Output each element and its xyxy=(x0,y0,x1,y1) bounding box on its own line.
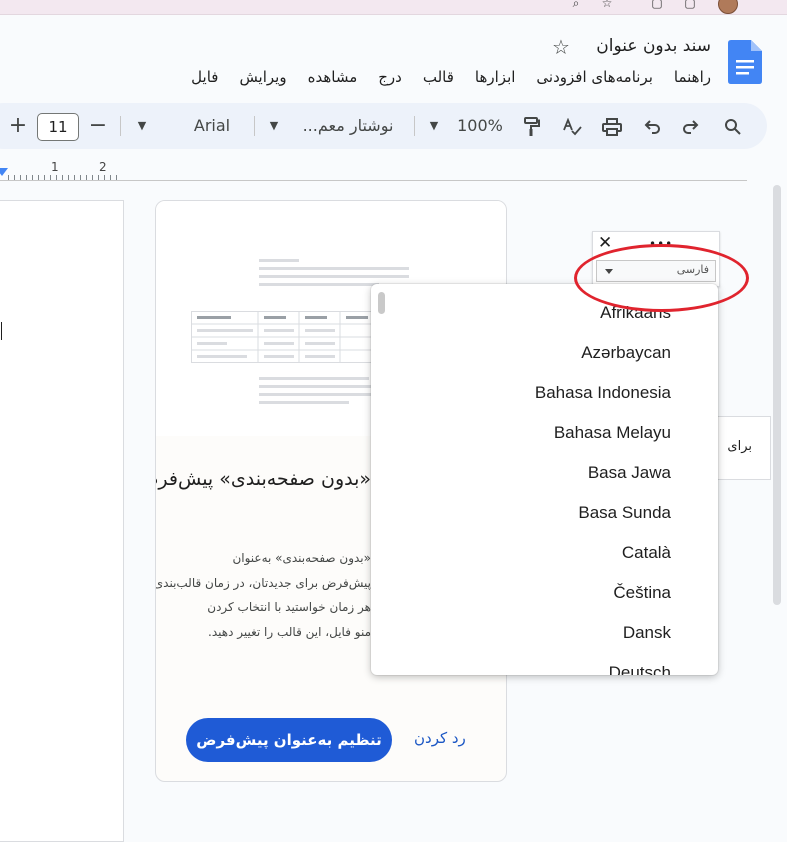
browser-chrome-strip: ⌕ ☆ ▢ ▢ xyxy=(0,0,787,15)
redo-icon[interactable] xyxy=(680,103,702,149)
ruler-tick xyxy=(26,175,27,180)
dismiss-button[interactable]: رد کردن xyxy=(414,729,466,747)
print-icon[interactable] xyxy=(600,103,624,149)
language-option[interactable]: Basa Jawa xyxy=(588,463,671,483)
ruler-tick xyxy=(68,175,69,180)
ruler-tick xyxy=(74,175,75,180)
ruler-tick xyxy=(20,175,21,180)
language-option[interactable]: Basa Sunda xyxy=(578,503,671,523)
extensions-icon[interactable]: ▢ xyxy=(650,0,664,10)
language-option[interactable]: Azərbaycan xyxy=(581,343,671,363)
chevron-down-icon xyxy=(605,269,613,274)
language-select-value: فارسی xyxy=(676,263,709,276)
menu-extensions[interactable]: برنامه‌های افزودنی xyxy=(536,68,652,86)
bookmark-star-icon[interactable]: ☆ xyxy=(600,0,614,10)
ruler-tick xyxy=(50,175,51,180)
document-title[interactable]: سند بدون عنوان xyxy=(596,36,711,56)
search-menus-icon[interactable] xyxy=(722,103,744,149)
menu-help[interactable]: راهنما xyxy=(674,68,711,86)
ruler-number: 2 xyxy=(99,160,107,174)
menu-view[interactable]: مشاهده xyxy=(308,68,358,86)
ruler[interactable] xyxy=(0,160,747,181)
font-family-select[interactable]: Arial xyxy=(186,103,238,149)
ruler-tick xyxy=(98,175,99,180)
menu-tools[interactable]: ابزارها xyxy=(475,68,516,86)
ruler-tick xyxy=(104,175,105,180)
paint-format-icon[interactable] xyxy=(520,103,544,149)
font-size-input[interactable]: 11 xyxy=(37,113,79,141)
ruler-tick xyxy=(14,175,15,180)
card-description-line: هر زمان خواستید با انتخاب کردن xyxy=(207,600,371,614)
undo-icon[interactable] xyxy=(641,103,663,149)
ruler-tick xyxy=(44,175,45,180)
ruler-tick xyxy=(8,175,9,180)
font-dropdown-arrow-icon[interactable]: ▼ xyxy=(134,103,150,149)
toolbar-separator xyxy=(254,116,255,136)
menu-bar: فایل ویرایش مشاهده درج قالب ابزارها برنا… xyxy=(191,68,711,86)
menu-edit[interactable]: ویرایش xyxy=(239,68,286,86)
ruler-tick xyxy=(116,175,117,180)
language-select[interactable]: فارسی xyxy=(596,260,716,282)
language-dropdown[interactable]: Afrikaans Azərbaycan Bahasa Indonesia Ba… xyxy=(371,284,718,675)
zoom-dropdown-arrow-icon[interactable]: ▼ xyxy=(426,103,442,149)
ruler-tick xyxy=(110,175,111,180)
profile-avatar[interactable] xyxy=(718,0,738,14)
set-as-default-button[interactable]: تنظیم به‌عنوان پیش‌فرض xyxy=(186,718,392,762)
paragraph-style-select[interactable]: نوشتار معم... xyxy=(296,103,400,149)
vertical-scrollbar[interactable] xyxy=(773,185,781,605)
toolbar-separator xyxy=(414,116,415,136)
search-tab-icon[interactable]: ⌕ xyxy=(569,0,583,10)
text-cursor xyxy=(1,322,2,340)
language-option[interactable]: Dansk xyxy=(623,623,671,643)
card-description-line: منو فایل، این قالب را تغییر دهید. xyxy=(208,624,371,639)
language-option[interactable]: Bahasa Indonesia xyxy=(535,383,671,403)
increase-font-size-button[interactable]: + xyxy=(8,103,28,149)
decrease-font-size-button[interactable]: − xyxy=(88,103,108,149)
ruler-number: 1 xyxy=(51,160,59,174)
zoom-value[interactable]: 100% xyxy=(455,103,505,149)
more-options-icon[interactable]: ••• xyxy=(649,237,673,251)
language-option[interactable]: Bahasa Melayu xyxy=(554,423,671,443)
style-dropdown-arrow-icon[interactable]: ▼ xyxy=(266,103,282,149)
menu-format[interactable]: قالب xyxy=(423,68,454,86)
menu-insert[interactable]: درج xyxy=(378,68,402,86)
card-title: «بدون صفحه‌بندی» پیش‌فرض xyxy=(155,468,371,490)
ruler-tick xyxy=(38,175,39,180)
close-icon[interactable]: ✕ xyxy=(598,233,612,253)
ruler-tick xyxy=(92,175,93,180)
language-option[interactable]: Deutsch xyxy=(609,663,671,675)
dropdown-scrollbar-thumb[interactable] xyxy=(378,292,385,314)
toolbar-separator xyxy=(120,116,121,136)
ruler-tick xyxy=(56,175,57,180)
language-option[interactable]: Afrikaans xyxy=(600,303,671,323)
side-popup: برای xyxy=(713,416,771,480)
downloads-icon[interactable]: ▢ xyxy=(683,0,697,10)
ruler-tick xyxy=(86,175,87,180)
card-description: «بدون صفحه‌بندی» به‌عنوان پیش‌فرض برای ج… xyxy=(155,546,371,644)
menu-file[interactable]: فایل xyxy=(191,68,218,86)
ruler-tick xyxy=(62,175,63,180)
language-option[interactable]: Čeština xyxy=(613,583,671,603)
indent-marker-icon[interactable] xyxy=(0,168,8,176)
ruler-tick xyxy=(32,175,33,180)
google-docs-logo-icon[interactable] xyxy=(728,40,762,84)
side-popup-text: برای xyxy=(727,439,752,454)
translate-widget: ✕ ••• فارسی xyxy=(592,231,720,287)
language-option[interactable]: Català xyxy=(622,543,671,563)
document-page[interactable] xyxy=(0,200,124,842)
star-icon[interactable]: ☆ xyxy=(552,35,570,59)
spellcheck-icon[interactable] xyxy=(560,103,584,149)
ruler-tick xyxy=(80,175,81,180)
card-description-line: پیش‌فرض برای جدیدتان، در زمان قالب‌بندی xyxy=(155,575,371,590)
card-description-line: «بدون صفحه‌بندی» به‌عنوان xyxy=(232,551,371,565)
